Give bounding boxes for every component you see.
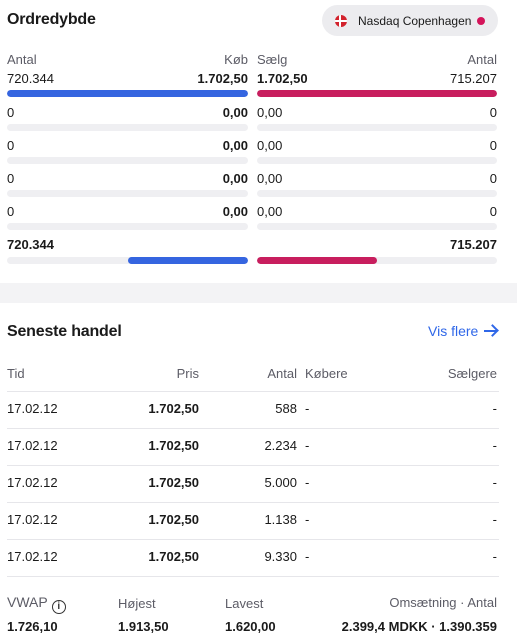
ask-quantity-header: Antal <box>467 52 497 67</box>
row-divider <box>7 465 499 466</box>
trade-quantity: 9.330 <box>264 549 297 564</box>
low-label: Lavest <box>225 596 264 611</box>
bid-quantity: 0 <box>7 105 15 120</box>
ask-price-header: Sælg <box>257 52 288 67</box>
trade-quantity: 588 <box>275 401 297 416</box>
high-label: Højest <box>118 596 156 611</box>
ask-quantity: 715.207 <box>450 71 497 86</box>
low-value: 1.620,00 <box>225 619 276 634</box>
trade-quantity: 2.234 <box>264 438 297 453</box>
ask-price: 1.702,50 <box>257 71 308 86</box>
trade-seller: - <box>492 401 497 416</box>
bid-quantity-header: Antal <box>7 52 37 67</box>
trade-seller: - <box>492 438 497 453</box>
time-column-header: Tid <box>7 366 25 381</box>
exchange-name: Nasdaq Copenhagen <box>358 13 472 28</box>
ask-quantity: 0 <box>489 105 497 120</box>
total-ask-bar-track <box>257 257 497 264</box>
trade-price: 1.702,50 <box>148 512 199 527</box>
seller-column-header: Sælgere <box>447 366 497 381</box>
bid-bar-track <box>7 90 248 97</box>
trade-price: 1.702,50 <box>148 438 199 453</box>
total-ask-quantity: 715.207 <box>450 237 497 252</box>
total-bid-quantity: 720.344 <box>7 237 54 252</box>
total-bid-bar-track <box>7 257 248 264</box>
bid-price: 0,00 <box>222 138 248 153</box>
trade-time: 17.02.12 <box>7 438 58 453</box>
latest-trades-title: Seneste handel <box>7 323 122 340</box>
trade-seller: - <box>492 475 497 490</box>
bid-bar-track <box>7 124 248 131</box>
row-divider <box>7 576 499 577</box>
bid-bar <box>7 90 248 97</box>
turnover-value: 2.399,4 MDKK · 1.390.359 <box>341 619 497 634</box>
trade-buyer: - <box>305 475 310 490</box>
see-more-link[interactable]: Vis flere <box>428 323 498 339</box>
bid-price: 0,00 <box>222 204 248 219</box>
ask-bar-track <box>257 124 497 131</box>
denmark-flag-icon <box>335 14 347 27</box>
market-status-dot <box>477 17 485 25</box>
bid-quantity: 0 <box>7 138 15 153</box>
ask-quantity: 0 <box>489 204 497 219</box>
turnover-label: Omsætning · Antal <box>389 595 497 610</box>
trade-time: 17.02.12 <box>7 512 58 527</box>
info-icon[interactable]: i <box>51 600 66 614</box>
exchange-selector[interactable]: Nasdaq Copenhagen <box>322 5 498 36</box>
ask-bar-track <box>257 223 497 230</box>
bid-quantity: 720.344 <box>7 71 54 86</box>
ask-price: 0,00 <box>257 204 283 219</box>
trade-seller: - <box>492 512 497 527</box>
vwap-value: 1.726,10 <box>7 619 58 634</box>
vwap-label-wrap: VWAP i <box>7 594 66 614</box>
ask-price: 0,00 <box>257 138 283 153</box>
trade-quantity: 5.000 <box>264 475 297 490</box>
bid-bar-track <box>7 223 248 230</box>
bid-price-header: Køb <box>224 52 248 67</box>
trade-buyer: - <box>305 549 310 564</box>
trade-time: 17.02.12 <box>7 401 58 416</box>
bid-quantity: 0 <box>7 171 15 186</box>
bid-price: 0,00 <box>222 171 248 186</box>
ask-price: 0,00 <box>257 171 283 186</box>
bid-quantity: 0 <box>7 204 15 219</box>
price-column-header: Pris <box>176 366 199 381</box>
total-ask-bar <box>257 257 377 264</box>
order-depth-card: Ordredybde Nasdaq Copenhagen Antal Køb S… <box>0 0 517 283</box>
ask-bar-track <box>257 90 497 97</box>
trade-time: 17.02.12 <box>7 549 58 564</box>
see-more-label: Vis flere <box>428 323 479 339</box>
latest-trades-card: Seneste handel Vis flere Tid Pris Antal … <box>0 303 517 639</box>
trade-quantity: 1.138 <box>264 512 297 527</box>
trade-time: 17.02.12 <box>7 475 58 490</box>
trade-price: 1.702,50 <box>148 401 199 416</box>
trade-buyer: - <box>305 512 310 527</box>
ask-bar <box>257 90 497 97</box>
trade-price: 1.702,50 <box>148 549 199 564</box>
header-divider <box>7 391 499 392</box>
ask-quantity: 0 <box>489 171 497 186</box>
quantity-column-header: Antal <box>267 366 297 381</box>
vwap-label: VWAP <box>7 594 48 610</box>
ask-bar-track <box>257 157 497 164</box>
row-divider <box>7 502 499 503</box>
row-divider <box>7 539 499 540</box>
high-value: 1.913,50 <box>118 619 169 634</box>
bid-bar-track <box>7 157 248 164</box>
row-divider <box>7 428 499 429</box>
buyer-column-header: Købere <box>305 366 348 381</box>
bid-bar-track <box>7 190 248 197</box>
trade-price: 1.702,50 <box>148 475 199 490</box>
trade-buyer: - <box>305 401 310 416</box>
ask-price: 0,00 <box>257 105 283 120</box>
bid-price: 1.702,50 <box>197 71 248 86</box>
ask-quantity: 0 <box>489 138 497 153</box>
arrow-right-icon <box>484 325 498 337</box>
trade-buyer: - <box>305 438 310 453</box>
bid-price: 0,00 <box>222 105 248 120</box>
ask-bar-track <box>257 190 497 197</box>
order-depth-title: Ordredybde <box>7 11 96 28</box>
trade-seller: - <box>492 549 497 564</box>
total-bid-bar <box>127 257 248 264</box>
